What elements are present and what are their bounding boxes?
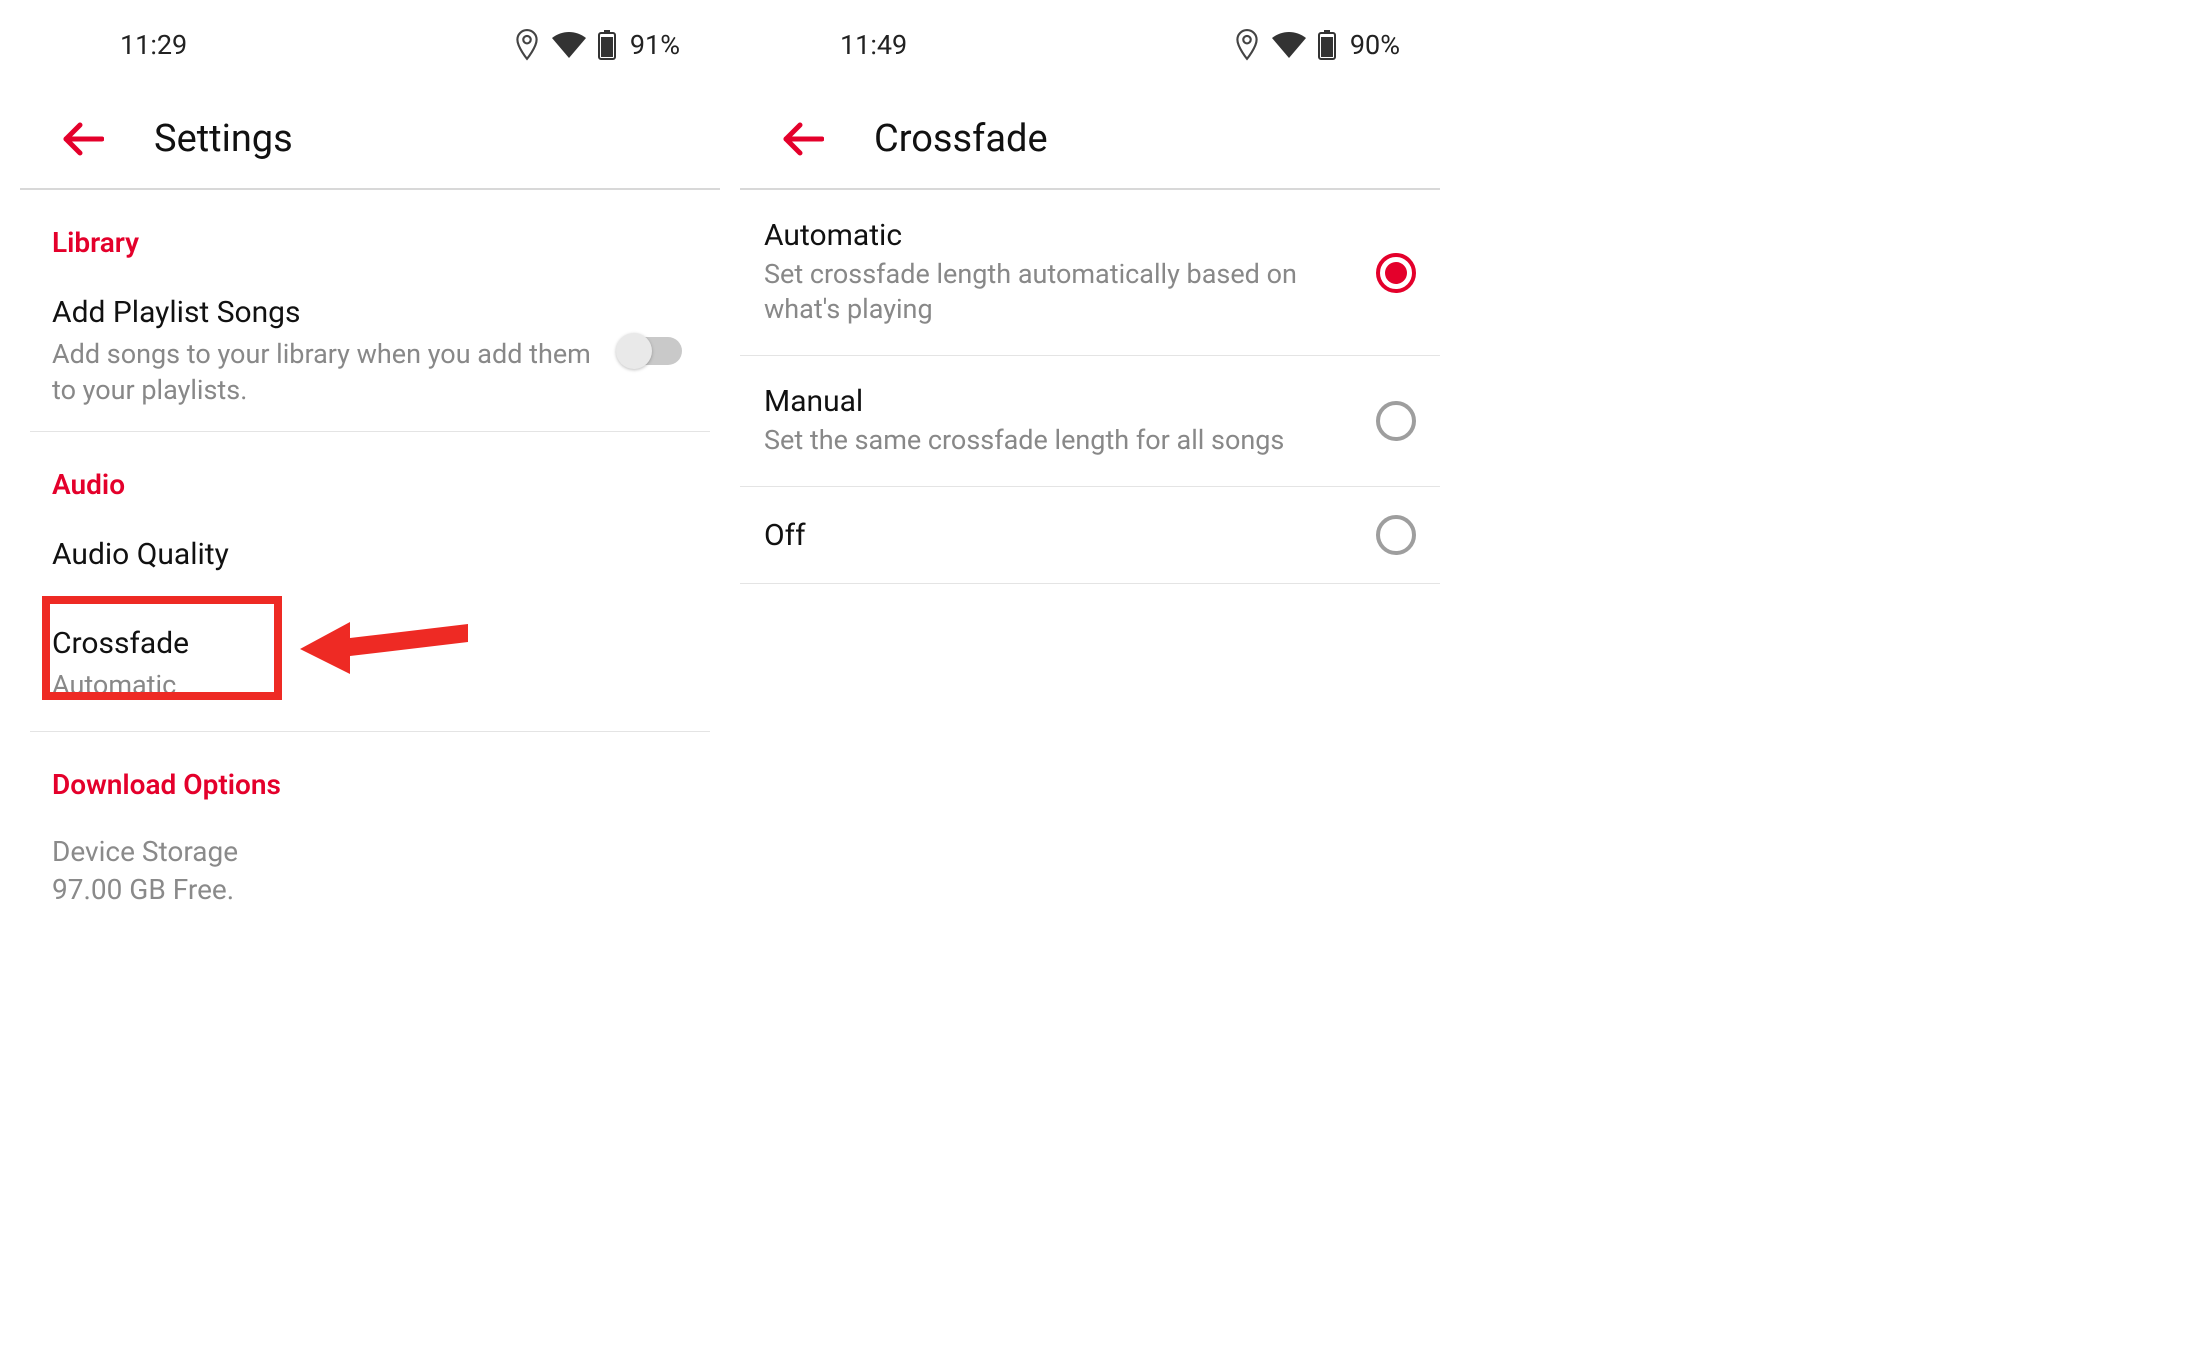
radio-subtitle: Set the same crossfade length for all so…: [764, 423, 1346, 458]
section-header-library: Library: [20, 190, 720, 271]
status-icons: 90%: [1234, 29, 1400, 61]
row-text: Add Playlist Songs Add songs to your lib…: [52, 293, 618, 409]
radio-text: Automatic Set crossfade length automatic…: [764, 218, 1376, 327]
status-bar: 11:49 90%: [740, 0, 1440, 90]
location-icon: [1234, 29, 1260, 61]
row-subtitle: 97.00 GB Free.: [52, 871, 688, 909]
row-text: Audio Quality: [52, 535, 688, 574]
row-crossfade[interactable]: Crossfade Automatic: [20, 596, 720, 731]
location-icon: [514, 29, 540, 61]
radio-row-automatic[interactable]: Automatic Set crossfade length automatic…: [740, 190, 1440, 356]
status-time: 11:29: [120, 29, 187, 61]
radio-row-off[interactable]: Off: [740, 487, 1440, 584]
row-title: Audio Quality: [52, 535, 688, 574]
row-title: Crossfade: [52, 624, 688, 663]
row-audio-quality[interactable]: Audio Quality: [20, 513, 720, 596]
radio-row-manual[interactable]: Manual Set the same crossfade length for…: [740, 356, 1440, 487]
toggle-add-playlist-songs[interactable]: [618, 337, 682, 365]
status-icons: 91%: [514, 29, 680, 61]
radio-subtitle: Set crossfade length automatically based…: [764, 257, 1346, 327]
section-header-audio: Audio: [20, 432, 720, 513]
status-time: 11:49: [840, 29, 907, 61]
back-button[interactable]: [780, 119, 840, 159]
radio-title: Off: [764, 518, 1346, 553]
highlight-wrap: Crossfade Automatic: [20, 596, 720, 731]
row-title: Add Playlist Songs: [52, 293, 618, 332]
battery-percent: 91%: [630, 29, 680, 61]
row-add-playlist-songs[interactable]: Add Playlist Songs Add songs to your lib…: [20, 271, 720, 431]
row-device-storage[interactable]: Device Storage 97.00 GB Free.: [20, 813, 720, 929]
row-text: Crossfade Automatic: [52, 624, 688, 703]
page-title: Crossfade: [874, 117, 1048, 161]
settings-screen: 11:29 91% Settings Library Add Playlist …: [20, 0, 720, 1347]
wifi-icon: [552, 32, 586, 58]
battery-icon: [598, 30, 616, 60]
toggle-knob: [616, 333, 652, 369]
app-bar: Crossfade: [740, 90, 1440, 190]
row-subtitle: Add songs to your library when you add t…: [52, 336, 618, 409]
battery-percent: 90%: [1350, 29, 1400, 61]
page-title: Settings: [154, 117, 293, 161]
radio-button[interactable]: [1376, 401, 1416, 441]
status-bar: 11:29 91%: [20, 0, 720, 90]
radio-button[interactable]: [1376, 515, 1416, 555]
wifi-icon: [1272, 32, 1306, 58]
radio-title: Manual: [764, 384, 1346, 419]
crossfade-screen: 11:49 90% Crossfade Automatic Set crossf…: [740, 0, 1440, 1347]
radio-text: Manual Set the same crossfade length for…: [764, 384, 1376, 458]
radio-text: Off: [764, 518, 1376, 553]
row-title: Device Storage: [52, 833, 688, 871]
row-subtitle: Automatic: [52, 667, 688, 703]
section-header-download: Download Options: [20, 732, 720, 813]
radio-title: Automatic: [764, 218, 1346, 253]
back-button[interactable]: [60, 119, 120, 159]
radio-button-selected[interactable]: [1376, 253, 1416, 293]
app-bar: Settings: [20, 90, 720, 190]
battery-icon: [1318, 30, 1336, 60]
